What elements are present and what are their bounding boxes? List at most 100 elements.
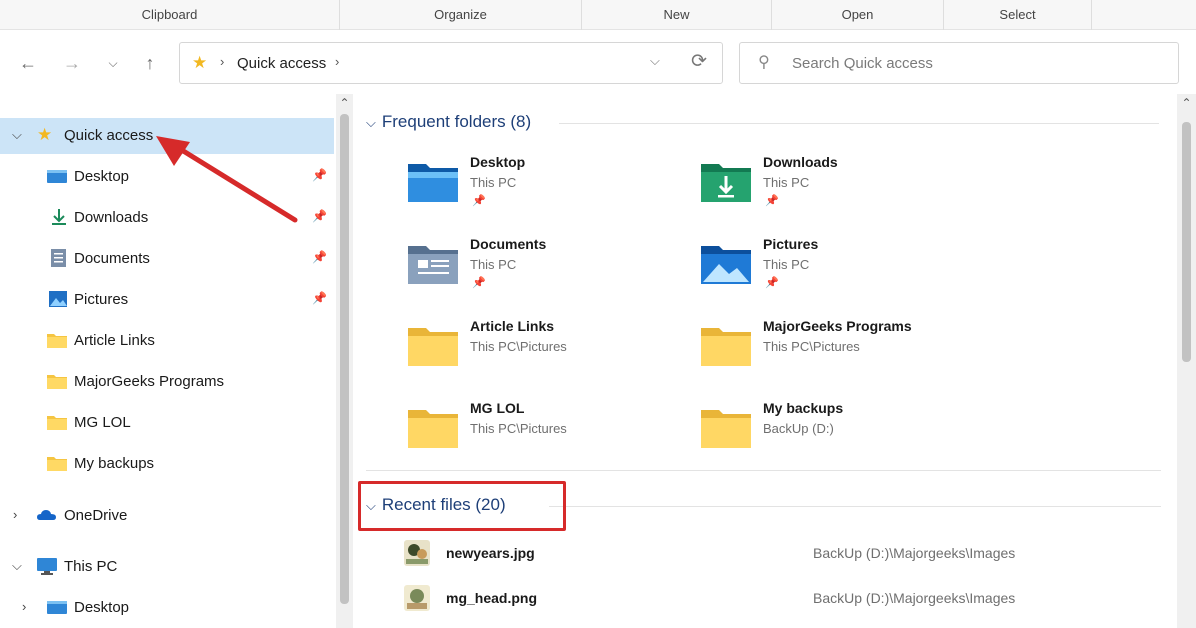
navigation-bar: ← → ⌵ ↑ ★ › Quick access › ⌵ ⟳ ⚲ Search … <box>0 30 1196 94</box>
sidebar-item-majorgeeks-programs[interactable]: MajorGeeks Programs <box>0 364 336 400</box>
ribbon-group-select[interactable]: Select <box>944 0 1092 30</box>
annotation-highlight-box <box>358 481 566 531</box>
breadcrumb-separator[interactable]: › <box>220 54 224 69</box>
sidebar-item-label: MG LOL <box>74 414 131 431</box>
folder-name: Article Links <box>470 318 555 334</box>
folder-tile-my-backups[interactable]: My backups BackUp (D:) <box>699 400 979 470</box>
star-icon: ★ <box>192 53 208 72</box>
desktop-icon <box>47 170 67 183</box>
content-scroll-thumb[interactable] <box>1182 122 1191 362</box>
sidebar-item-label: MajorGeeks Programs <box>74 373 225 390</box>
folder-name: Downloads <box>763 154 838 170</box>
folder-path: This PC\Pictures <box>763 339 860 354</box>
chevron-down-icon[interactable]: ⌵ <box>12 127 22 143</box>
folder-icon <box>408 410 458 448</box>
pin-icon: 📌 <box>472 195 486 207</box>
sidebar-item-label: Documents <box>74 250 150 267</box>
folder-icon <box>47 375 67 389</box>
sidebar-item-label: Desktop <box>74 599 130 616</box>
desktop-icon <box>47 601 67 614</box>
arrow-up-icon[interactable]: ↑ <box>137 50 163 76</box>
recent-file-row[interactable]: mg_head.png BackUp (D:)\Majorgeeks\Image… <box>404 581 1164 617</box>
folder-path: BackUp (D:) <box>763 421 834 436</box>
sidebar-item-label: Quick access <box>64 127 154 144</box>
sidebar-item-label: This PC <box>64 558 118 575</box>
ribbon-group-open[interactable]: Open <box>772 0 944 30</box>
folder-tile-documents[interactable]: Documents This PC 📌 <box>406 236 686 306</box>
search-placeholder[interactable]: Search Quick access <box>792 55 933 72</box>
address-dropdown-icon[interactable]: ⌵ <box>650 53 660 69</box>
sidebar-item-label: My backups <box>74 455 155 472</box>
documents-icon <box>51 249 66 267</box>
pin-icon[interactable]: 📌 <box>312 250 327 264</box>
folder-name: Desktop <box>470 154 526 170</box>
frequent-folders-header[interactable]: ⌵ Frequent folders (8) <box>366 112 531 132</box>
folder-tile-article-links[interactable]: Article Links This PC\Pictures <box>406 318 686 388</box>
search-box[interactable]: ⚲ Search Quick access <box>739 42 1179 84</box>
address-bar[interactable]: ★ › Quick access › ⌵ ⟳ <box>179 42 723 84</box>
folder-tile-mg-lol[interactable]: MG LOL This PC\Pictures <box>406 400 686 470</box>
desktop-folder-icon <box>408 164 458 202</box>
folder-tile-downloads[interactable]: Downloads This PC 📌 <box>699 154 979 224</box>
documents-folder-icon <box>408 246 458 284</box>
annotation-arrow <box>156 136 298 223</box>
folder-icon <box>47 334 67 348</box>
pin-icon: 📌 <box>765 195 779 207</box>
sidebar-item-onedrive[interactable]: › OneDrive <box>0 498 336 534</box>
folder-tile-pictures[interactable]: Pictures This PC 📌 <box>699 236 979 306</box>
ribbon-group-organize[interactable]: Organize <box>340 0 582 30</box>
file-name: newyears.jpg <box>446 545 535 561</box>
sidebar-scrollbar[interactable]: ⌃ <box>336 94 353 628</box>
file-location: BackUp (D:)\Majorgeeks\Images <box>813 590 1016 606</box>
content-pane: ⌵ Frequent folders (8) Desktop This PC 📌 … <box>354 94 1176 628</box>
section-divider <box>549 506 1161 507</box>
search-icon: ⚲ <box>758 54 770 71</box>
folder-path: This PC <box>470 257 517 272</box>
folder-path: This PC <box>470 175 517 190</box>
arrow-right-icon[interactable]: → <box>59 50 85 76</box>
sidebar-item-pictures[interactable]: Pictures 📌 <box>0 282 336 318</box>
breadcrumb-separator[interactable]: › <box>335 54 339 69</box>
chevron-up-icon[interactable]: ⌃ <box>1177 96 1196 110</box>
chevron-right-icon[interactable]: › <box>13 507 17 522</box>
ribbon-group-bar: Clipboard Organize New Open Select <box>0 0 1196 30</box>
folder-name: Pictures <box>763 236 819 252</box>
pin-icon[interactable]: 📌 <box>312 209 327 223</box>
sidebar-item-label: Desktop <box>74 168 130 185</box>
pin-icon[interactable]: 📌 <box>312 168 327 182</box>
pin-icon[interactable]: 📌 <box>312 291 327 305</box>
arrow-left-icon[interactable]: ← <box>15 50 41 76</box>
folder-path: This PC <box>763 257 810 272</box>
chevron-down-icon[interactable]: ⌵ <box>12 558 22 574</box>
content-scrollbar[interactable]: ⌃ <box>1177 94 1196 628</box>
sidebar-item-my-backups[interactable]: My backups <box>0 446 336 482</box>
sidebar-item-this-pc[interactable]: ⌵ This PC <box>0 549 336 585</box>
folder-name: MajorGeeks Programs <box>763 318 912 334</box>
recent-file-row[interactable]: newyears.jpg BackUp (D:)\Majorgeeks\Imag… <box>404 536 1164 572</box>
folder-icon <box>701 328 751 366</box>
sidebar-item-this-pc-desktop[interactable]: › Desktop <box>0 590 336 626</box>
chevron-up-icon[interactable]: ⌃ <box>336 96 353 110</box>
sidebar-scroll-thumb[interactable] <box>340 114 349 604</box>
chevron-down-icon: ⌵ <box>366 115 376 130</box>
ribbon-group-clipboard[interactable]: Clipboard <box>0 0 340 30</box>
sidebar-item-article-links[interactable]: Article Links <box>0 323 336 359</box>
folder-tile-majorgeeks-programs[interactable]: MajorGeeks Programs This PC\Pictures <box>699 318 979 388</box>
download-icon <box>52 209 66 225</box>
star-icon: ★ <box>37 125 53 144</box>
sidebar-item-documents[interactable]: Documents 📌 <box>0 241 336 277</box>
sidebar-item-mg-lol[interactable]: MG LOL <box>0 405 336 441</box>
ribbon-group-new[interactable]: New <box>582 0 772 30</box>
section-divider <box>559 123 1159 124</box>
refresh-icon[interactable]: ⟳ <box>691 50 707 73</box>
downloads-folder-icon <box>701 164 751 202</box>
folder-tile-desktop[interactable]: Desktop This PC 📌 <box>406 154 686 224</box>
folder-path: This PC\Pictures <box>470 339 567 354</box>
folder-icon <box>47 416 67 430</box>
section-divider <box>366 470 1161 471</box>
breadcrumb-quick-access[interactable]: Quick access <box>237 55 326 72</box>
computer-icon <box>37 558 57 575</box>
chevron-right-icon[interactable]: › <box>22 599 26 614</box>
sidebar-item-label: Downloads <box>74 209 149 226</box>
chevron-down-icon[interactable]: ⌵ <box>100 50 126 76</box>
